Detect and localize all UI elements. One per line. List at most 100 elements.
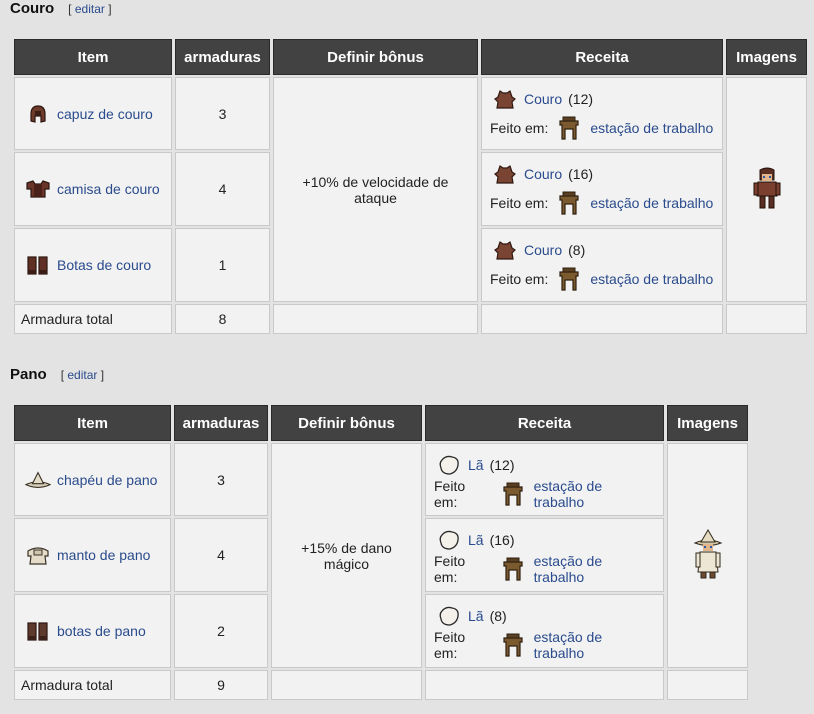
armor-value: 3 <box>174 443 268 516</box>
recipe-cell: Lã (12) Feito em: estação de trabalho <box>425 443 664 516</box>
leather-boots-icon[interactable] <box>25 252 51 278</box>
header-recipe: Receita <box>481 39 723 75</box>
material-link[interactable]: Lã <box>468 532 484 548</box>
empty-cell <box>726 304 807 334</box>
leather-shirt-icon[interactable] <box>25 176 51 202</box>
armor-value: 2 <box>174 594 268 668</box>
edit-link[interactable]: editar <box>75 2 105 16</box>
edit-link-wrapper: [ editar ] <box>60 368 105 382</box>
header-item: Item <box>14 39 172 75</box>
workbench-icon[interactable] <box>500 481 526 507</box>
armor-value: 4 <box>174 518 268 592</box>
cloth-boots-icon[interactable] <box>25 618 51 644</box>
station-link[interactable]: estação de trabalho <box>534 478 655 510</box>
wool-material-icon[interactable] <box>436 452 462 478</box>
workbench-icon[interactable] <box>500 632 526 658</box>
section-heading-couro: Couro [ editar ] <box>10 0 112 17</box>
armor-table-couro: Item armaduras Definir bônus Receita Ima… <box>11 37 810 336</box>
material-quantity: (16) <box>489 532 515 548</box>
material-quantity: (12) <box>568 90 594 107</box>
recipe-cell: Couro (16) Feito em: estação de trabalho <box>481 152 723 226</box>
made-at-label: Feito em: <box>434 553 466 585</box>
header-item: Item <box>14 405 171 441</box>
leather-hood-icon[interactable] <box>25 101 51 127</box>
station-link[interactable]: estação de trabalho <box>534 553 655 585</box>
header-armor: armaduras <box>175 39 270 75</box>
cloth-hat-icon[interactable] <box>25 467 51 493</box>
recipe-cell: Lã (8) Feito em: estação de trabalho <box>425 594 664 668</box>
armor-value: 3 <box>175 77 270 150</box>
cloth-armor-character-icon[interactable] <box>691 528 725 580</box>
total-label: Armadura total <box>14 670 171 700</box>
material-quantity: (8) <box>489 608 507 624</box>
item-cell: Botas de couro <box>14 228 172 302</box>
item-link[interactable]: manto de pano <box>57 547 150 563</box>
station-link[interactable]: estação de trabalho <box>534 629 655 661</box>
header-images: Imagens <box>726 39 807 75</box>
material-link[interactable]: Couro <box>524 242 562 258</box>
header-set-bonus: Definir bônus <box>271 405 422 441</box>
made-at-label: Feito em: <box>490 195 549 211</box>
total-label: Armadura total <box>14 304 172 334</box>
made-at-label: Feito em: <box>434 629 466 661</box>
leather-material-icon[interactable] <box>492 237 518 263</box>
table-row: chapéu de pano 3 +15% de dano mágico Lã … <box>14 443 748 668</box>
leather-material-icon[interactable] <box>492 161 518 187</box>
item-cell: camisa de couro <box>14 152 172 226</box>
empty-cell <box>667 670 748 700</box>
item-link[interactable]: camisa de couro <box>57 181 160 197</box>
armor-value: 4 <box>175 152 270 226</box>
header-set-bonus: Definir bônus <box>273 39 478 75</box>
empty-cell <box>273 304 478 334</box>
material-link[interactable]: Couro <box>524 166 562 182</box>
workbench-icon[interactable] <box>500 556 526 582</box>
wool-material-icon[interactable] <box>436 527 462 553</box>
item-link[interactable]: Botas de couro <box>57 257 151 273</box>
edit-link[interactable]: editar <box>67 368 97 382</box>
total-row: Armadura total 9 <box>14 670 748 700</box>
material-quantity: (16) <box>568 166 594 182</box>
header-images: Imagens <box>667 405 748 441</box>
station-link[interactable]: estação de trabalho <box>590 195 713 211</box>
item-link[interactable]: botas de pano <box>57 623 146 639</box>
material-link[interactable]: Lã <box>468 608 484 624</box>
item-cell: chapéu de pano <box>14 443 171 516</box>
header-recipe: Receita <box>425 405 664 441</box>
material-quantity: (8) <box>568 242 586 258</box>
armor-table-pano: Item armaduras Definir bônus Receita Ima… <box>11 403 751 702</box>
workbench-icon[interactable] <box>556 115 582 141</box>
recipe-cell: Lã (16) Feito em: estação de trabalho <box>425 518 664 592</box>
item-cell: manto de pano <box>14 518 171 592</box>
total-value: 9 <box>174 670 268 700</box>
made-at-label: Feito em: <box>490 119 549 136</box>
set-bonus-cell: +10% de velocidade de ataque <box>273 77 478 302</box>
item-link[interactable]: chapéu de pano <box>57 472 157 488</box>
material-quantity: (12) <box>489 456 515 473</box>
workbench-icon[interactable] <box>556 190 582 216</box>
total-row: Armadura total 8 <box>14 304 807 334</box>
section-title: Pano <box>10 366 47 383</box>
empty-cell <box>481 304 723 334</box>
empty-cell <box>271 670 422 700</box>
workbench-icon[interactable] <box>556 266 582 292</box>
preview-image-cell <box>726 77 807 302</box>
station-link[interactable]: estação de trabalho <box>590 120 713 136</box>
armor-value: 1 <box>175 228 270 302</box>
preview-image-cell <box>667 443 748 668</box>
set-bonus-cell: +15% de dano mágico <box>271 443 422 668</box>
wool-material-icon[interactable] <box>436 603 462 629</box>
station-link[interactable]: estação de trabalho <box>590 271 713 287</box>
leather-armor-character-icon[interactable] <box>751 165 783 213</box>
made-at-label: Feito em: <box>490 271 549 287</box>
material-link[interactable]: Lã <box>468 457 484 473</box>
edit-link-wrapper: [ editar ] <box>68 2 112 16</box>
material-link[interactable]: Couro <box>524 91 562 107</box>
leather-material-icon[interactable] <box>492 86 518 112</box>
section-heading-pano: Pano [ editar ] <box>10 366 104 383</box>
cloth-robe-icon[interactable] <box>25 542 51 568</box>
section-title: Couro <box>10 0 55 17</box>
item-cell: botas de pano <box>14 594 171 668</box>
item-link[interactable]: capuz de couro <box>57 106 153 122</box>
recipe-cell: Couro (8) Feito em: estação de trabalho <box>481 228 723 302</box>
made-at-label: Feito em: <box>434 477 466 510</box>
